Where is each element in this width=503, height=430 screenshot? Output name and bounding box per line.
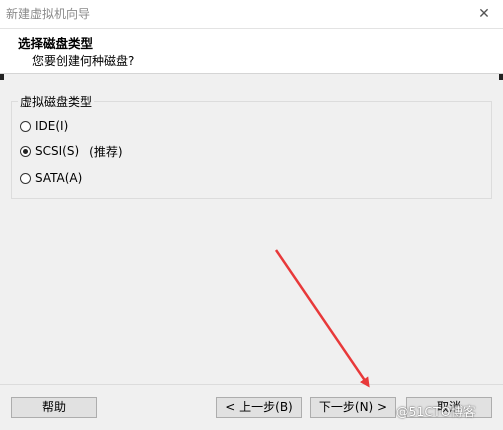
radio-checked-icon[interactable] <box>20 145 31 157</box>
right-edge-mark <box>499 74 503 80</box>
radio-label[interactable]: IDE(I) <box>35 119 68 133</box>
wizard-header: 选择磁盘类型 您要创建何种磁盘? <box>0 29 503 74</box>
watermark: @51CTO博客 <box>396 404 476 419</box>
window-title: 新建虚拟机向导 <box>6 7 91 21</box>
page-title: 选择磁盘类型 <box>18 36 94 51</box>
footer-divider <box>0 384 503 385</box>
back-button[interactable]: < 上一步(B) <box>216 397 302 418</box>
radio-label[interactable]: SCSI(S) <box>35 144 79 158</box>
close-icon[interactable]: ✕ <box>465 0 503 28</box>
recommended-note: (推荐) <box>89 144 123 159</box>
radio-circle-icon[interactable] <box>20 172 31 184</box>
help-button[interactable]: 帮助 <box>11 397 97 418</box>
page-subtitle: 您要创建何种磁盘? <box>32 54 135 68</box>
radio-label[interactable]: SATA(A) <box>35 171 82 185</box>
title-bar: 新建虚拟机向导 ✕ <box>0 0 503 29</box>
next-button[interactable]: 下一步(N) > <box>310 397 396 418</box>
radio-sata[interactable]: SATA(A) <box>20 169 82 187</box>
left-edge-mark <box>0 74 4 80</box>
radio-scsi[interactable]: SCSI(S) (推荐) <box>20 142 123 160</box>
radio-ide[interactable]: IDE(I) <box>20 117 68 135</box>
wizard-window: 新建虚拟机向导 ✕ 选择磁盘类型 您要创建何种磁盘? 虚拟磁盘类型 IDE(I)… <box>0 0 503 430</box>
disk-type-group: 虚拟磁盘类型 IDE(I) SCSI(S) (推荐) SATA(A) <box>11 93 492 199</box>
radio-circle-icon[interactable] <box>20 120 31 132</box>
group-legend: 虚拟磁盘类型 <box>18 93 95 110</box>
